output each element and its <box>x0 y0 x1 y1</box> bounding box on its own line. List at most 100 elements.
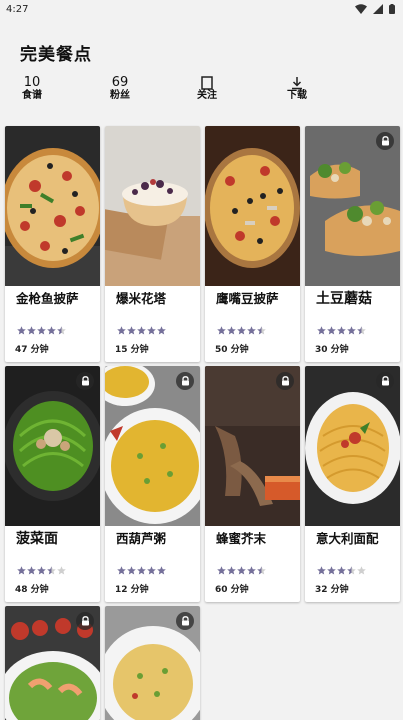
stat-recipes-count: 10 <box>23 75 41 90</box>
lock-icon <box>176 612 194 630</box>
lock-icon <box>76 372 94 390</box>
star-icon <box>347 326 356 335</box>
recipe-title: 金枪鱼披萨 <box>16 291 79 306</box>
bruschetta-image <box>305 126 400 286</box>
rating-stars <box>117 326 166 335</box>
recipe-title: 爆米花塔 <box>116 291 167 306</box>
star-icon <box>237 566 246 575</box>
star-icon <box>17 326 26 335</box>
recipe-card-honey-mustard[interactable]: 蜂蜜芥末 60 分钟 <box>205 366 300 602</box>
recipe-photo <box>5 126 100 286</box>
spaghetti-image <box>305 366 400 526</box>
star-icon <box>217 566 226 575</box>
pizza-image <box>205 126 300 286</box>
recipe-photo <box>5 366 100 526</box>
star-icon <box>57 566 66 575</box>
lock-icon <box>276 372 294 390</box>
star-icon <box>327 326 336 335</box>
recipe-title: 蜂蜜芥末 <box>216 531 267 546</box>
star-icon <box>37 566 46 575</box>
recipe-card-tuna-pizza[interactable]: 金枪鱼披萨 47 分钟 <box>5 126 100 362</box>
star-icon <box>317 326 326 335</box>
recipe-photo <box>5 606 100 720</box>
recipe-card-spaghetti[interactable]: 意大利面配 32 分钟 <box>305 366 400 602</box>
rating-stars <box>117 566 166 575</box>
rating-stars <box>17 326 66 335</box>
recipe-card-potato-mushroom[interactable]: 土豆蘑菇 30 分钟 <box>305 126 400 362</box>
rating-stars <box>217 566 266 575</box>
status-time: 4:27 <box>6 3 29 15</box>
pizza-image <box>5 126 100 286</box>
star-icon <box>227 326 236 335</box>
star-icon <box>17 566 26 575</box>
stat-fans[interactable]: 69 粉丝 <box>90 76 150 102</box>
star-icon <box>47 326 56 335</box>
status-icons <box>355 4 395 14</box>
status-bar: 4:27 <box>0 0 403 18</box>
star-icon <box>127 326 136 335</box>
recipe-card-chickpea-pizza[interactable]: 鹰嘴豆披萨 50 分钟 <box>205 126 300 362</box>
noodles-image <box>5 366 100 526</box>
recipe-card-spinach-noodles[interactable]: 菠菜面 48 分钟 <box>5 366 100 602</box>
follow-label: 关注 <box>197 90 217 101</box>
cook-time: 32 分钟 <box>315 585 349 595</box>
rating-stars <box>217 326 266 335</box>
lock-icon <box>76 612 94 630</box>
star-icon <box>327 566 336 575</box>
recipe-card-shrimp-salad[interactable] <box>5 606 100 720</box>
porridge-image <box>105 366 200 526</box>
cook-time: 47 分钟 <box>15 345 49 355</box>
recipe-grid: 金枪鱼披萨 47 分钟 爆米花塔 15 分钟 鹰嘴豆披萨 50 分钟 土豆蘑菇 … <box>0 122 403 720</box>
ginger-image <box>205 366 300 526</box>
stat-recipes[interactable]: 10 食谱 <box>2 76 62 102</box>
star-icon <box>147 326 156 335</box>
star-icon <box>157 326 166 335</box>
cook-time: 15 分钟 <box>115 345 149 355</box>
star-icon <box>357 566 366 575</box>
wifi-icon <box>355 4 367 14</box>
stat-recipes-label: 食谱 <box>22 90 42 101</box>
lock-icon <box>376 132 394 150</box>
recipe-title: 意大利面配 <box>316 531 379 546</box>
stat-fans-label: 粉丝 <box>110 90 130 101</box>
star-icon <box>47 566 56 575</box>
page-title: 完美餐点 <box>20 45 92 65</box>
recipe-photo <box>205 126 300 286</box>
recipe-card-zucchini-porridge[interactable]: 西葫芦粥 12 分钟 <box>105 366 200 602</box>
lock-icon <box>376 372 394 390</box>
star-icon <box>147 566 156 575</box>
stat-fans-count: 69 <box>111 75 129 90</box>
star-icon <box>117 326 126 335</box>
rating-stars <box>317 566 366 575</box>
rating-stars <box>17 566 66 575</box>
star-icon <box>57 326 66 335</box>
recipe-photo <box>105 126 200 286</box>
recipe-title: 鹰嘴豆披萨 <box>216 291 279 306</box>
star-icon <box>217 326 226 335</box>
star-icon <box>247 326 256 335</box>
rating-stars <box>317 326 366 335</box>
recipe-photo <box>105 606 200 720</box>
recipe-title: 土豆蘑菇 <box>316 291 372 307</box>
follow-button[interactable]: 关注 <box>177 76 237 102</box>
recipe-photo <box>305 366 400 526</box>
cook-time: 30 分钟 <box>315 345 349 355</box>
star-icon <box>137 326 146 335</box>
download-button[interactable]: 下载 <box>267 76 327 102</box>
cook-time: 48 分钟 <box>15 585 49 595</box>
star-icon <box>237 326 246 335</box>
star-icon <box>137 566 146 575</box>
star-icon <box>357 326 366 335</box>
bookmark-icon <box>201 76 213 90</box>
cook-time: 50 分钟 <box>215 345 249 355</box>
tart-image <box>105 126 200 286</box>
star-icon <box>347 566 356 575</box>
star-icon <box>27 326 36 335</box>
recipe-card-popcorn-tart[interactable]: 爆米花塔 15 分钟 <box>105 126 200 362</box>
star-icon <box>37 326 46 335</box>
signal-icon <box>373 4 383 14</box>
recipe-card-egg-scramble[interactable] <box>105 606 200 720</box>
recipe-photo <box>205 366 300 526</box>
recipe-title: 西葫芦粥 <box>116 531 167 546</box>
cook-time: 12 分钟 <box>115 585 149 595</box>
